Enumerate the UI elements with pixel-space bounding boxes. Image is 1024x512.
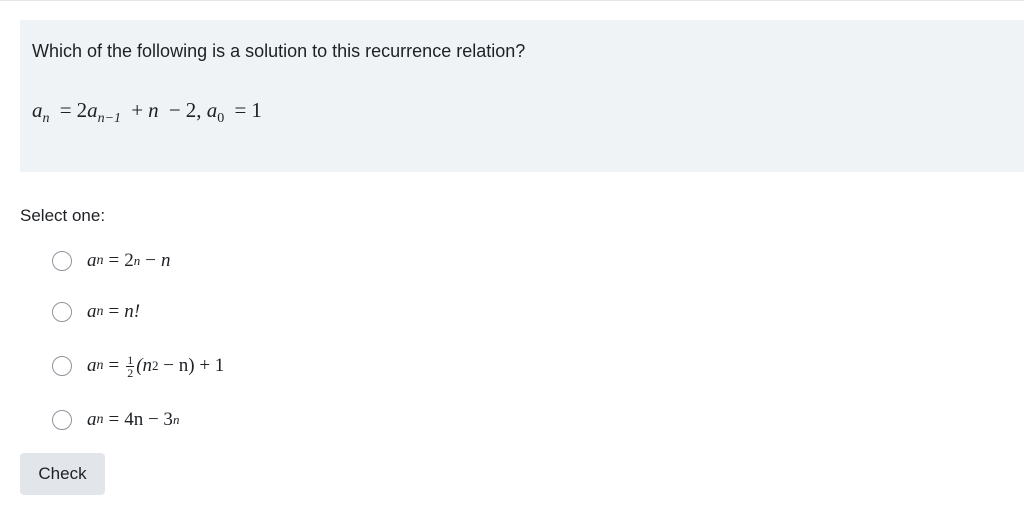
radio-button[interactable]	[52, 410, 72, 430]
fraction-denominator: 2	[127, 365, 134, 380]
option-fraction: 1 2	[126, 352, 135, 380]
top-divider	[0, 0, 1024, 1]
option-sub: n	[96, 253, 104, 268]
recurrence-formula: an = 2an−1 + n −2, a0 = 1	[32, 97, 262, 132]
answer-option-3[interactable]: an = 1 2 (n 2 − n) + 1	[52, 352, 224, 380]
option-eq: =	[108, 250, 120, 271]
formula-two: 2,	[185, 98, 202, 122]
option-var: a	[87, 301, 97, 322]
option-exp: n	[172, 412, 180, 427]
question-prompt: Which of the following is a solution to …	[32, 41, 526, 61]
option-label: an = 4n − 3n	[87, 409, 179, 431]
answer-option-2[interactable]: an = n!	[52, 298, 140, 326]
formula-init-val: 1	[251, 98, 262, 122]
formula-init-eq: =	[234, 98, 247, 122]
select-one-label: Select one:	[20, 206, 106, 225]
formula-lhs-var: a	[32, 98, 43, 122]
option-base: 2	[124, 250, 134, 271]
formula-lhs-sub: n	[42, 111, 50, 126]
option-tail: n	[160, 250, 171, 271]
option-sub: n	[96, 412, 104, 427]
option-open: (n	[136, 355, 153, 376]
option-expr: n!	[124, 301, 141, 322]
option-var: a	[87, 409, 97, 430]
formula-eq: =	[59, 98, 72, 122]
option-rest: − n) + 1	[158, 355, 225, 376]
formula-term-sub: n−1	[97, 111, 122, 126]
radio-button[interactable]	[52, 356, 72, 376]
answer-option-4[interactable]: an = 4n − 3n	[52, 406, 179, 434]
radio-button[interactable]	[52, 302, 72, 322]
check-button[interactable]: Check	[20, 453, 105, 495]
option-eq: =	[108, 301, 120, 322]
formula-plus: +	[131, 98, 144, 122]
option-label: an = 2n − n	[87, 250, 170, 272]
option-lead: 4n − 3	[124, 409, 173, 430]
formula-term-var: a	[87, 98, 98, 122]
option-sub: n	[96, 304, 104, 319]
option-op: −	[145, 250, 156, 271]
formula-coef: 2	[76, 98, 88, 122]
formula-n: n	[148, 98, 159, 122]
option-sub: n	[96, 358, 104, 373]
option-label: an = 1 2 (n 2 − n) + 1	[87, 354, 224, 379]
fraction-numerator: 1	[126, 352, 135, 367]
option-eq: =	[108, 409, 120, 430]
radio-button[interactable]	[52, 251, 72, 271]
formula-init-sub: 0	[217, 111, 225, 126]
option-eq: =	[108, 355, 120, 376]
answer-option-1[interactable]: an = 2n − n	[52, 247, 170, 275]
option-label: an = n!	[87, 301, 140, 323]
formula-init-var: a	[206, 98, 218, 122]
option-var: a	[87, 355, 97, 376]
formula-minus: −	[168, 98, 181, 122]
option-var: a	[87, 250, 97, 271]
question-text-box: Which of the following is a solution to …	[20, 20, 1024, 172]
